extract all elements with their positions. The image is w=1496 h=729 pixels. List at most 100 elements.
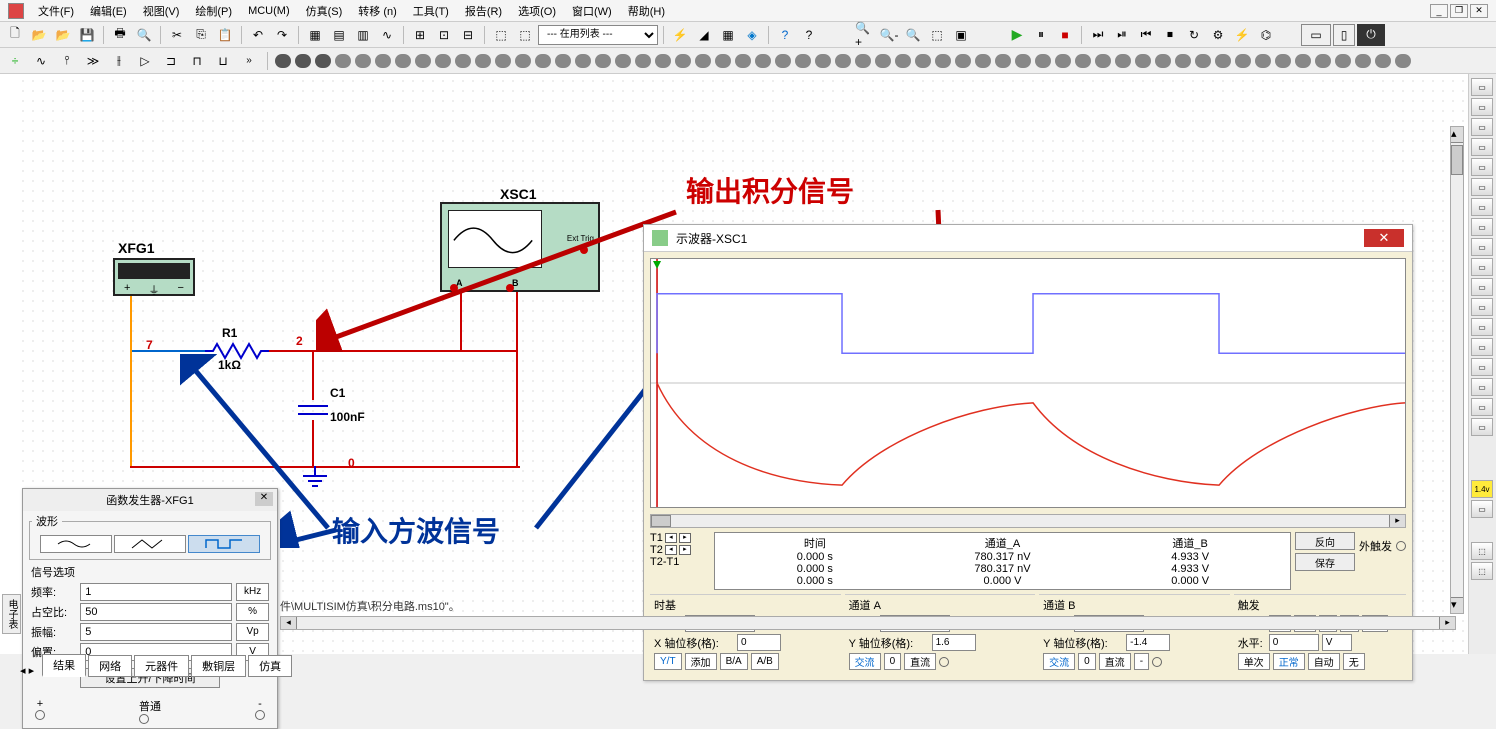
square-wave-button[interactable] — [188, 535, 260, 553]
pill-icon[interactable] — [315, 54, 331, 68]
chb-dc-button[interactable]: 直流 — [1099, 653, 1131, 670]
inst8-icon[interactable]: ▭ — [1471, 218, 1493, 236]
pill-icon[interactable] — [875, 54, 891, 68]
schematic-canvas[interactable]: XFG1 XSC1 R1 1kΩ C1 100nF 7 2 0 +⏚− Ext … — [0, 74, 1496, 654]
redo-icon[interactable]: ↷ — [271, 24, 293, 46]
probe4-icon[interactable]: ◈ — [741, 24, 763, 46]
restore-icon[interactable]: ❐ — [1450, 4, 1468, 18]
pill-icon[interactable] — [1075, 54, 1091, 68]
pill-icon[interactable] — [615, 54, 631, 68]
zoomfit-icon[interactable]: 🔍 — [902, 24, 924, 46]
pill-icon[interactable] — [555, 54, 571, 68]
cha-0-button[interactable]: 0 — [884, 653, 902, 670]
step8-icon[interactable]: ⌬ — [1255, 24, 1277, 46]
duty-input[interactable] — [80, 603, 232, 621]
pill-icon[interactable] — [575, 54, 591, 68]
pill-icon[interactable] — [475, 54, 491, 68]
grid3-icon[interactable]: ▥ — [352, 24, 374, 46]
chb-yoff-input[interactable] — [1126, 634, 1170, 651]
pill-icon[interactable] — [535, 54, 551, 68]
ct1-icon[interactable]: ÷ — [4, 50, 26, 72]
inst17-icon[interactable]: ▭ — [1471, 398, 1493, 416]
trig-level-unit[interactable] — [1322, 634, 1352, 651]
inst11-icon[interactable]: ▭ — [1471, 278, 1493, 296]
cha-ac-button[interactable]: 交流 — [849, 653, 881, 670]
t2-left-button[interactable]: ◂ — [665, 545, 677, 555]
pill-icon[interactable] — [915, 54, 931, 68]
pill-icon[interactable] — [295, 54, 311, 68]
pill-icon[interactable] — [1395, 54, 1411, 68]
pill-icon[interactable] — [375, 54, 391, 68]
step5-icon[interactable]: ↻ — [1183, 24, 1205, 46]
probe3-icon[interactable]: ▦ — [717, 24, 739, 46]
tab-copper[interactable]: 敷铜层 — [191, 655, 246, 677]
inst5-icon[interactable]: ▭ — [1471, 158, 1493, 176]
print-icon[interactable]: 🖶 — [109, 24, 131, 46]
pill-icon[interactable] — [515, 54, 531, 68]
close-icon[interactable]: ✕ — [1364, 229, 1404, 247]
yt-button[interactable]: Y/T — [654, 653, 682, 670]
vertical-scrollbar[interactable]: ▴▾ — [1450, 126, 1464, 614]
pill-icon[interactable] — [935, 54, 951, 68]
comp5-icon[interactable]: ⬚ — [514, 24, 536, 46]
plus-terminal[interactable] — [35, 710, 45, 720]
tab-result[interactable]: 结果 — [42, 654, 86, 677]
inst18-icon[interactable]: ▭ — [1471, 418, 1493, 436]
inst4-icon[interactable]: ▭ — [1471, 138, 1493, 156]
trig-none-button[interactable]: 无 — [1343, 653, 1365, 670]
pill-icon[interactable] — [695, 54, 711, 68]
pill-icon[interactable] — [395, 54, 411, 68]
open2-icon[interactable]: 📂 — [52, 24, 74, 46]
inst3-icon[interactable]: ▭ — [1471, 118, 1493, 136]
inst15-icon[interactable]: ▭ — [1471, 358, 1493, 376]
menu-options[interactable]: 选项(O) — [510, 1, 564, 21]
step6-icon[interactable]: ⚙ — [1207, 24, 1229, 46]
ct2-icon[interactable]: ∿ — [30, 50, 52, 72]
spreadsheet-tab[interactable]: 电子表 — [2, 594, 21, 634]
ct5-icon[interactable]: ⫲ — [108, 50, 130, 72]
ct3-icon[interactable]: ⫯ — [56, 50, 78, 72]
minimize-icon[interactable]: _ — [1430, 4, 1448, 18]
ct9-icon[interactable]: ⊔ — [212, 50, 234, 72]
pill-icon[interactable] — [1355, 54, 1371, 68]
open-icon[interactable]: 📂 — [28, 24, 50, 46]
pill-icon[interactable] — [795, 54, 811, 68]
switch-icon[interactable]: ⏻ — [1357, 24, 1385, 46]
pill-icon[interactable] — [595, 54, 611, 68]
pill-icon[interactable] — [675, 54, 691, 68]
common-terminal[interactable] — [139, 714, 149, 724]
pill-icon[interactable] — [815, 54, 831, 68]
pill-icon[interactable] — [755, 54, 771, 68]
zoomin-icon[interactable]: 🔍+ — [854, 24, 876, 46]
pause-icon[interactable]: ⏸ — [1030, 24, 1052, 46]
pill-icon[interactable] — [495, 54, 511, 68]
pill-icon[interactable] — [1175, 54, 1191, 68]
inst13-icon[interactable]: ▭ — [1471, 318, 1493, 336]
chb-terminal[interactable] — [1152, 657, 1162, 667]
menu-help[interactable]: 帮助(H) — [620, 1, 673, 21]
help-icon[interactable]: ? — [774, 24, 796, 46]
menu-sim[interactable]: 仿真(S) — [298, 1, 351, 21]
step4-icon[interactable]: ⏹ — [1159, 24, 1181, 46]
scope-h-scrollbar[interactable]: ▸ — [650, 514, 1406, 528]
cha-terminal[interactable] — [939, 657, 949, 667]
t1-right-button[interactable]: ▸ — [679, 533, 691, 543]
step2-icon[interactable]: ⏯ — [1111, 24, 1133, 46]
ba-button[interactable]: B/A — [720, 653, 748, 670]
probe1-icon[interactable]: ⚡ — [669, 24, 691, 46]
pill-icon[interactable] — [1255, 54, 1271, 68]
undo-icon[interactable]: ↶ — [247, 24, 269, 46]
pill-icon[interactable] — [1015, 54, 1031, 68]
step7-icon[interactable]: ⚡ — [1231, 24, 1253, 46]
stop-icon[interactable]: ■ — [1054, 24, 1076, 46]
cha-yoff-input[interactable] — [932, 634, 976, 651]
pill-icon[interactable] — [1215, 54, 1231, 68]
preview-icon[interactable]: 🔍 — [133, 24, 155, 46]
pill-icon[interactable] — [835, 54, 851, 68]
menu-transfer[interactable]: 转移 (n) — [350, 1, 405, 21]
step1-icon[interactable]: ⏭ — [1087, 24, 1109, 46]
pill-icon[interactable] — [1315, 54, 1331, 68]
triangle-wave-button[interactable] — [114, 535, 186, 553]
trig-level-input[interactable] — [1269, 634, 1319, 651]
pill-icon[interactable] — [1035, 54, 1051, 68]
